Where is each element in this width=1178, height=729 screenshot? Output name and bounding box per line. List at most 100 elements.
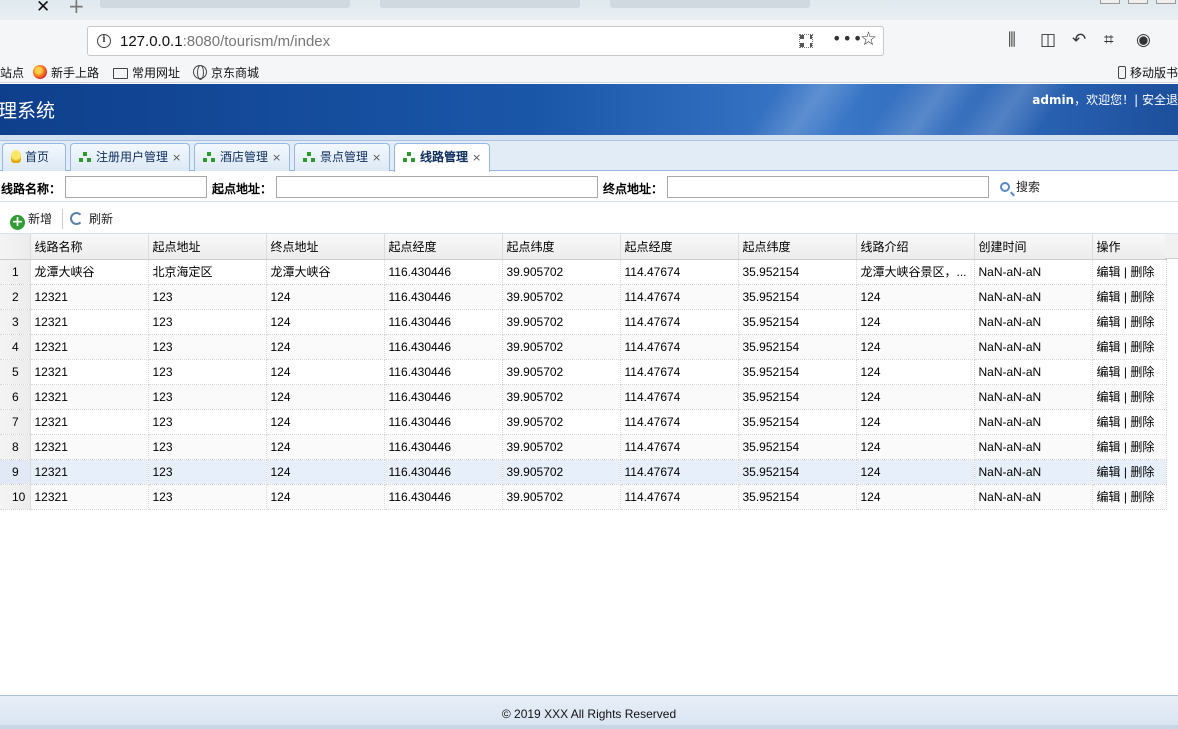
table-cell: 116.430446 [384, 259, 503, 285]
qr-code-icon[interactable] [799, 34, 813, 48]
action-separator: | [1120, 265, 1131, 279]
delete-link[interactable]: 删除 [1130, 340, 1154, 354]
bookmark-star-icon[interactable]: ☆ [860, 28, 877, 50]
edit-link[interactable]: 编辑 [1097, 365, 1121, 379]
url-path: :8080/tourism/m/index [182, 33, 331, 50]
delete-link[interactable]: 删除 [1130, 465, 1154, 479]
browser-tab[interactable] [380, 0, 580, 8]
table-cell: 123 [148, 284, 267, 310]
globe-icon [193, 65, 207, 80]
edit-link[interactable]: 编辑 [1097, 440, 1121, 454]
edit-link[interactable]: 编辑 [1097, 340, 1121, 354]
column-header[interactable]: 起点纬度 [738, 234, 857, 260]
tab-label: 线路管理 [420, 150, 469, 164]
column-header[interactable]: 线路名称 [30, 234, 149, 260]
column-header[interactable]: 起点纬度 [502, 234, 621, 260]
page-actions-icon[interactable]: ••• [832, 29, 863, 48]
browser-tab[interactable] [100, 0, 350, 8]
table-cell: 12321 [30, 334, 149, 360]
new-tab-icon[interactable]: + [68, 0, 85, 18]
column-header[interactable]: 终点地址 [266, 234, 385, 260]
table-cell: NaN-aN-aN [974, 434, 1093, 460]
table-row[interactable]: 10 12321 123 124 116.430446 39.905702 114.4767… [0, 484, 1167, 510]
end-address-input[interactable] [667, 176, 989, 198]
table-cell: 12321 [30, 434, 149, 460]
edit-link[interactable]: 编辑 [1097, 265, 1121, 279]
close-tab-icon[interactable]: ✕ [36, 0, 50, 17]
screenshot-icon[interactable]: ⌗ [1104, 30, 1114, 50]
table-row[interactable]: 5 12321 123 124 116.430446 39.905702 114.47674… [0, 359, 1167, 385]
table-row[interactable]: 3 12321 123 124 116.430446 39.905702 114.47674… [0, 309, 1167, 335]
delete-link[interactable]: 删除 [1130, 440, 1154, 454]
logout-link[interactable]: 安全退 [1142, 93, 1178, 107]
tab-close-icon[interactable]: × [372, 145, 381, 171]
action-separator: | [1120, 290, 1131, 304]
column-header[interactable]: 线路介绍 [856, 234, 975, 260]
delete-link[interactable]: 删除 [1130, 415, 1154, 429]
bookmark-item[interactable]: 新手上路 [33, 64, 99, 81]
bookmark-item[interactable]: 京东商城 [193, 64, 259, 81]
bookmarks-bar: 站点 新手上路 常用网址 京东商城 移动版书 [0, 61, 1178, 83]
table-row[interactable]: 9 12321 123 124 116.430446 39.905702 114.47674… [0, 459, 1167, 485]
route-name-input[interactable] [65, 176, 207, 198]
edit-link[interactable]: 编辑 [1097, 465, 1121, 479]
close-window-icon[interactable] [1156, 0, 1176, 4]
bookmark-item[interactable]: 移动版书 [1118, 64, 1178, 81]
account-icon[interactable]: ◉ [1136, 30, 1151, 50]
library-icon[interactable]: ⫼ [1008, 30, 1016, 50]
tab-close-icon[interactable]: × [172, 145, 181, 171]
table-row[interactable]: 2 12321 123 124 116.430446 39.905702 114.47674… [0, 284, 1167, 310]
minimize-icon[interactable] [1100, 0, 1120, 4]
table-row[interactable]: 8 12321 123 124 116.430446 39.905702 114.47674… [0, 434, 1167, 460]
add-button[interactable]: + 新增 [10, 210, 52, 230]
table-row[interactable]: 7 12321 123 124 116.430446 39.905702 114.47674… [0, 409, 1167, 435]
edit-link[interactable]: 编辑 [1097, 315, 1121, 329]
column-header[interactable]: 起点经度 [384, 234, 503, 260]
delete-link[interactable]: 删除 [1130, 390, 1154, 404]
table-cell: 12321 [30, 409, 149, 435]
action-separator: | [1120, 465, 1131, 479]
tab-route-management[interactable]: 线路管理 × [394, 143, 490, 172]
row-actions: 编辑 | 删除 [1092, 384, 1167, 410]
table-cell: 124 [856, 284, 975, 310]
bookmark-item[interactable]: 站点 [0, 64, 24, 81]
tab-close-icon[interactable]: × [272, 145, 281, 171]
row-actions: 编辑 | 删除 [1092, 309, 1167, 335]
edit-link[interactable]: 编辑 [1097, 490, 1121, 504]
edit-link[interactable]: 编辑 [1097, 390, 1121, 404]
tab-close-icon[interactable]: × [472, 145, 481, 171]
tab-hotel-management[interactable]: 酒店管理 × [194, 143, 290, 171]
delete-link[interactable]: 删除 [1130, 490, 1154, 504]
tab-scenic-management[interactable]: 景点管理 × [294, 143, 390, 171]
table-cell: 124 [856, 459, 975, 485]
back-arrow-icon[interactable]: ↶ [1072, 30, 1086, 50]
refresh-button[interactable]: 刷新 [70, 210, 113, 227]
browser-tab[interactable] [610, 0, 810, 8]
table-row[interactable]: 4 12321 123 124 116.430446 39.905702 114.47674… [0, 334, 1167, 360]
maximize-icon[interactable] [1128, 0, 1148, 4]
delete-link[interactable]: 删除 [1130, 290, 1154, 304]
edit-link[interactable]: 编辑 [1097, 415, 1121, 429]
delete-link[interactable]: 删除 [1130, 365, 1154, 379]
delete-link[interactable]: 删除 [1130, 315, 1154, 329]
column-header[interactable]: 起点经度 [620, 234, 739, 260]
search-button[interactable]: 搜索 [1000, 178, 1040, 195]
bookmark-item[interactable]: 常用网址 [113, 64, 180, 81]
column-header[interactable]: 起点地址 [148, 234, 267, 260]
table-cell: 35.952154 [738, 359, 857, 385]
tab-home[interactable]: 首页 [2, 143, 66, 171]
tab-label: 酒店管理 [220, 150, 269, 164]
edit-link[interactable]: 编辑 [1097, 290, 1121, 304]
site-info-icon[interactable]: i [97, 34, 111, 48]
table-cell: 123 [148, 459, 267, 485]
url-text[interactable]: 127.0.0.1:8080/tourism/m/index [120, 33, 330, 50]
table-row[interactable]: 6 12321 123 124 116.430446 39.905702 114.47674… [0, 384, 1167, 410]
table-row[interactable]: 1 龙潭大峡谷 北京海定区 龙潭大峡谷 116.430446 39.905702 114.4… [0, 259, 1167, 285]
delete-link[interactable]: 删除 [1130, 265, 1154, 279]
sidebar-icon[interactable]: ◫ [1040, 30, 1056, 50]
tab-user-management[interactable]: 注册用户管理 × [70, 143, 190, 171]
mobile-icon [1118, 66, 1126, 79]
address-bar[interactable]: i 127.0.0.1:8080/tourism/m/index ••• ☆ [87, 26, 884, 56]
start-address-input[interactable] [276, 176, 598, 198]
column-header[interactable]: 创建时间 [974, 234, 1093, 260]
